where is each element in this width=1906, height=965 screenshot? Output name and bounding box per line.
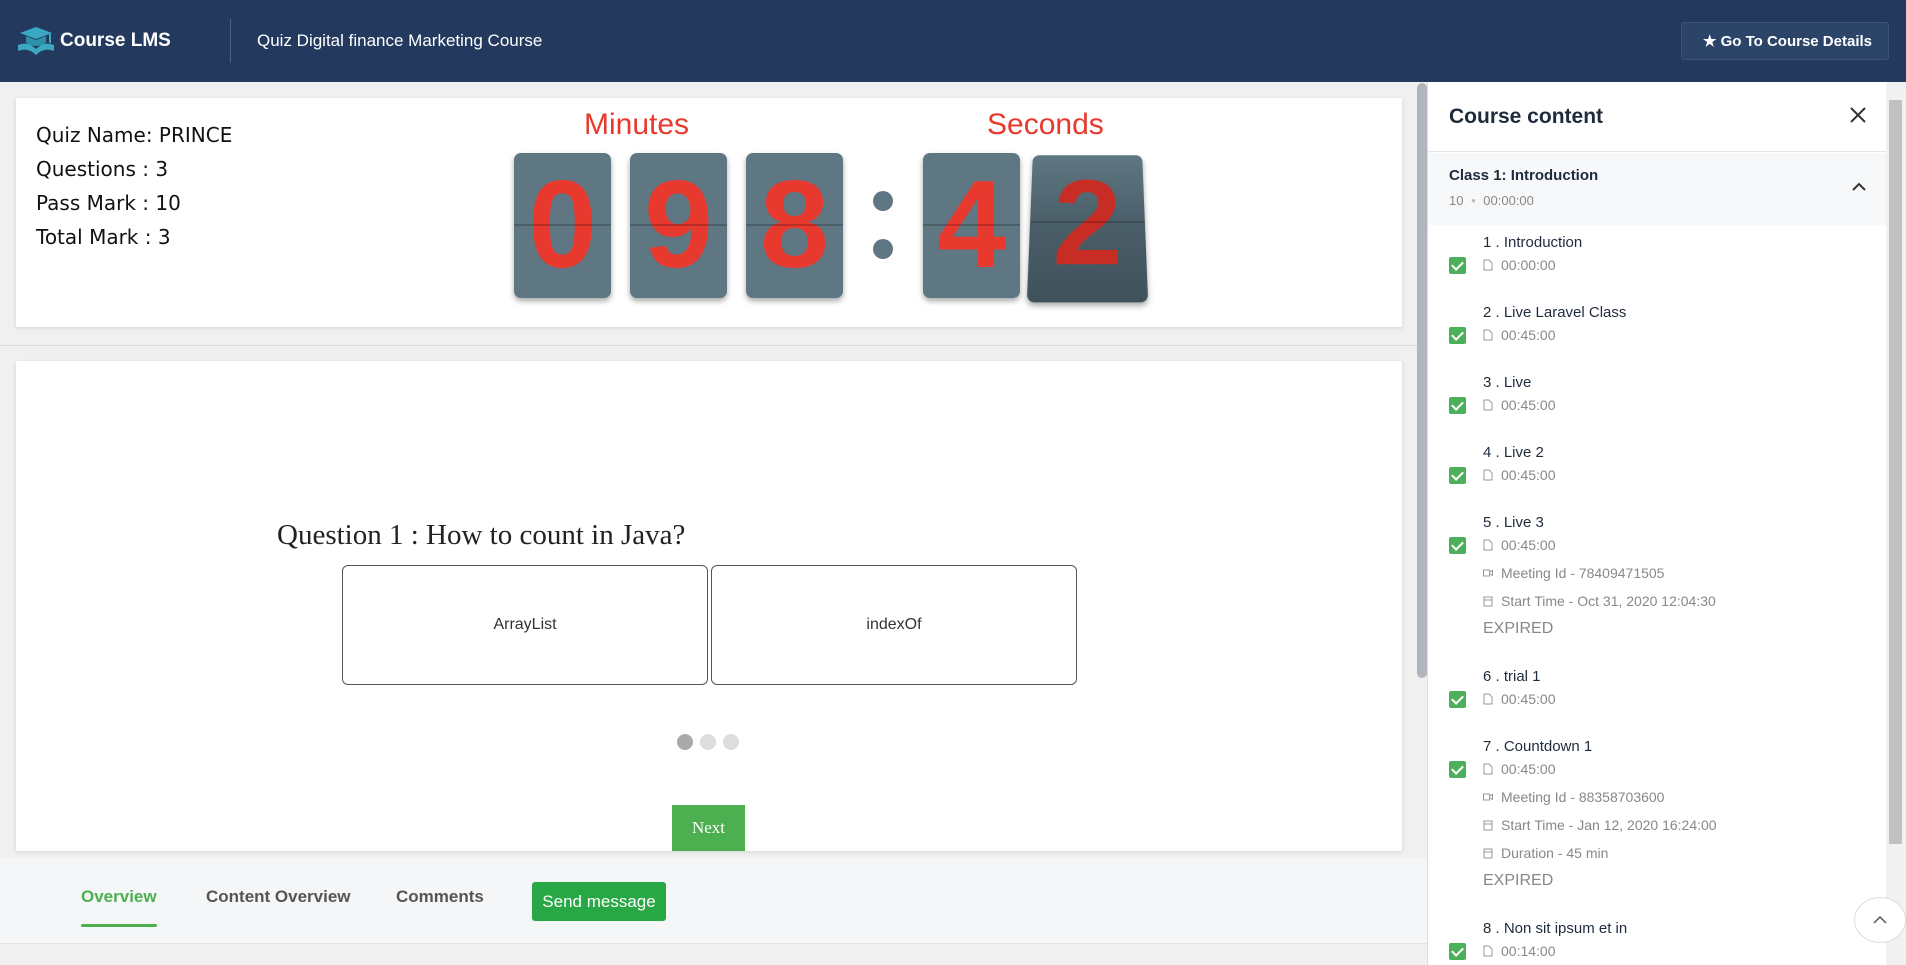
calendar-icon (1483, 848, 1493, 859)
lesson-duration: 00:45:00 (1483, 327, 1556, 343)
lesson-title: 3 . Live (1483, 374, 1532, 391)
slide-indicator (677, 734, 739, 750)
question-card: Question 1 : How to count in Java? Array… (16, 361, 1402, 851)
tab-content-overview[interactable]: Content Overview (206, 887, 351, 907)
file-icon (1483, 693, 1493, 705)
minutes-label: Minutes (584, 108, 690, 141)
tab-bar: Overview Content Overview Comments Send … (0, 858, 1427, 944)
lesson-checkbox[interactable] (1449, 691, 1466, 708)
sidebar-header: Course content (1428, 82, 1886, 152)
lesson-duration: 00:14:00 (1483, 943, 1556, 959)
lesson-title: 2 . Live Laravel Class (1483, 304, 1627, 321)
lesson-title: 6 . trial 1 (1483, 668, 1541, 685)
lesson-checkbox[interactable] (1449, 943, 1466, 960)
next-button[interactable]: Next (672, 805, 745, 851)
file-icon (1483, 763, 1493, 775)
tab-comments[interactable]: Comments (396, 887, 484, 907)
lesson-duration: 00:45:00 (1483, 397, 1556, 413)
sidebar-title: Course content (1449, 104, 1604, 128)
file-icon (1483, 945, 1493, 957)
lesson-checkbox[interactable] (1449, 467, 1466, 484)
lesson-title: 4 . Live 2 (1483, 444, 1544, 461)
timer-colon-bottom (873, 239, 893, 259)
seconds-digit-2: 2 (1026, 155, 1149, 303)
lesson-duration: 00:45:00 (1483, 691, 1556, 707)
answer-option-1[interactable]: ArrayList (342, 565, 708, 685)
logo-text: Course LMS (60, 30, 171, 51)
content-separator (0, 345, 1421, 346)
timer-colon-top (873, 191, 893, 211)
go-to-course-details-button[interactable]: ★ Go To Course Details (1680, 22, 1889, 60)
quiz-total-mark: Total Mark : 3 (36, 225, 171, 249)
video-icon (1483, 793, 1493, 801)
minutes-digit-2: 9 (630, 153, 727, 298)
page-title: Quiz Digital finance Marketing Course (257, 31, 543, 50)
send-message-button[interactable]: Send message (532, 882, 666, 921)
calendar-icon (1483, 596, 1493, 607)
top-header: Course LMS Quiz Digital finance Marketin… (0, 0, 1906, 82)
lesson-start-time: Start Time - Oct 31, 2020 12:04:30 (1483, 593, 1716, 609)
logo[interactable]: Course LMS (16, 0, 212, 82)
chevron-up-icon[interactable] (1851, 179, 1867, 195)
section-title: Class 1: Introduction (1449, 167, 1599, 184)
quiz-pass-mark: Pass Mark : 10 (36, 191, 181, 215)
sidebar-scrollbar-thumb[interactable] (1889, 100, 1902, 844)
header-divider (230, 19, 231, 63)
lesson-checkbox[interactable] (1449, 397, 1466, 414)
course-content-sidebar: Course content Class 1: Introduction 10 … (1427, 82, 1886, 965)
slide-dot-1[interactable] (677, 734, 693, 750)
seconds-digit-1: 4 (923, 153, 1020, 298)
lesson-checkbox[interactable] (1449, 761, 1466, 778)
section-meta: 10 • 00:00:00 (1449, 193, 1534, 208)
graduation-cap-icon (18, 27, 54, 55)
close-icon[interactable] (1847, 104, 1869, 126)
quiz-questions: Questions : 3 (36, 157, 169, 181)
seconds-label: Seconds (987, 108, 1104, 141)
file-icon (1483, 259, 1493, 271)
quiz-info-card: Quiz Name: PRINCE Questions : 3 Pass Mar… (16, 98, 1402, 327)
tab-overview[interactable]: Overview (81, 887, 157, 927)
chevron-up-icon (1873, 915, 1887, 924)
lesson-duration: 00:00:00 (1483, 257, 1556, 273)
lesson-status: EXPIRED (1483, 872, 1554, 889)
video-icon (1483, 569, 1493, 577)
scroll-to-top-button[interactable] (1854, 897, 1906, 943)
slide-dot-3[interactable] (723, 734, 739, 750)
lesson-status: EXPIRED (1483, 620, 1554, 637)
lesson-start-time: Start Time - Jan 12, 2020 16:24:00 (1483, 817, 1717, 833)
minutes-digit-1: 0 (514, 153, 611, 298)
lesson-duration: 00:45:00 (1483, 467, 1556, 483)
lesson-duration: 00:45:00 (1483, 537, 1556, 553)
lesson-checkbox[interactable] (1449, 257, 1466, 274)
quiz-name: Quiz Name: PRINCE (36, 123, 233, 147)
lesson-title: 7 . Countdown 1 (1483, 738, 1593, 755)
file-icon (1483, 399, 1493, 411)
section-header[interactable]: Class 1: Introduction 10 • 00:00:00 (1428, 153, 1886, 225)
minutes-digit-3: 8 (746, 153, 843, 298)
question-text: Question 1 : How to count in Java? (277, 519, 686, 551)
lesson-title: 5 . Live 3 (1483, 514, 1544, 531)
lesson-checkbox[interactable] (1449, 327, 1466, 344)
lesson-checkbox[interactable] (1449, 537, 1466, 554)
file-icon (1483, 469, 1493, 481)
quiz-info: Quiz Name: PRINCE Questions : 3 Pass Mar… (36, 118, 232, 254)
file-icon (1483, 329, 1493, 341)
lesson-title: 1 . Introduction (1483, 234, 1583, 251)
main-scrollbar-thumb[interactable] (1417, 83, 1427, 678)
lesson-meeting-id: Meeting Id - 88358703600 (1483, 789, 1664, 805)
lesson-meeting-id: Meeting Id - 78409471505 (1483, 565, 1664, 581)
lesson-duration-note: Duration - 45 min (1483, 845, 1608, 861)
lesson-duration: 00:45:00 (1483, 761, 1556, 777)
answer-option-2[interactable]: indexOf (711, 565, 1077, 685)
file-icon (1483, 539, 1493, 551)
slide-dot-2[interactable] (700, 734, 716, 750)
calendar-icon (1483, 820, 1493, 831)
lesson-title: 8 . Non sit ipsum et in (1483, 920, 1628, 937)
